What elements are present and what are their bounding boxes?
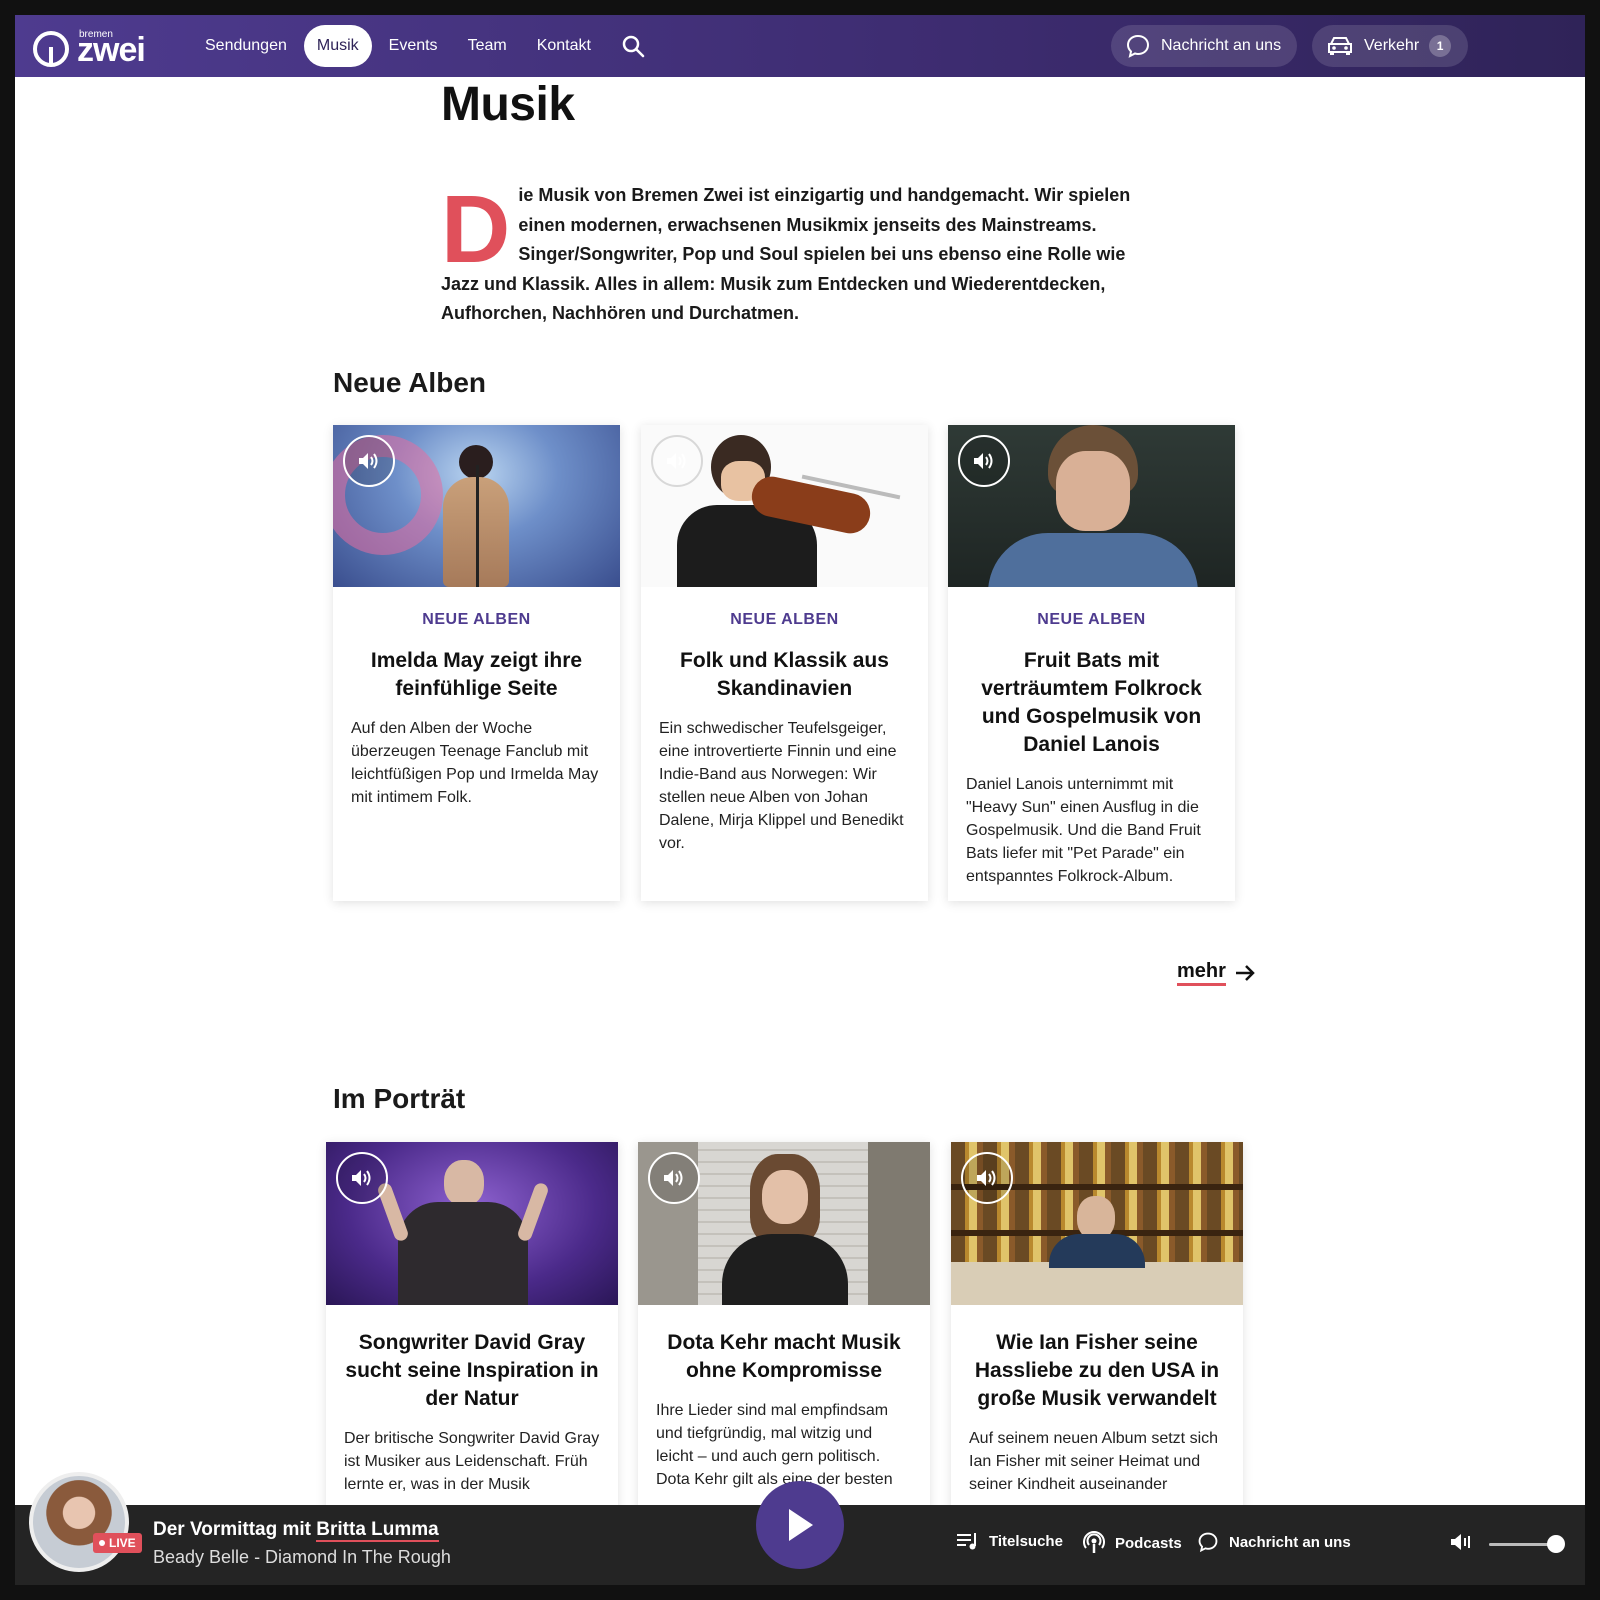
traffic-count-badge: 1 xyxy=(1429,35,1452,57)
podcasts-label: Podcasts xyxy=(1115,1534,1182,1552)
podcasts-button[interactable]: Podcasts xyxy=(1083,1531,1182,1555)
album-image-imelda-may[interactable] xyxy=(333,425,620,587)
volume-icon[interactable] xyxy=(1449,1531,1475,1558)
volume-slider-handle[interactable] xyxy=(1547,1535,1565,1553)
card-title[interactable]: Wie Ian Fisher seine Hassliebe zu den US… xyxy=(969,1329,1225,1413)
card-teaser: Daniel Lanois unternimmt mit "Heavy Sun"… xyxy=(966,776,1201,885)
player-message-label: Nachricht an uns xyxy=(1229,1533,1351,1551)
portrait-card[interactable]: Wie Ian Fisher seine Hassliebe zu den US… xyxy=(951,1142,1243,1562)
traffic-label: Verkehr xyxy=(1364,37,1420,54)
titelsuche-label: Titelsuche xyxy=(989,1532,1063,1550)
chat-bubble-icon xyxy=(1126,34,1150,58)
album-card[interactable]: NEUE ALBEN Folk und Klassik aus Skandina… xyxy=(641,425,928,901)
page-title: Musik xyxy=(441,78,575,131)
chat-bubble-icon xyxy=(1198,1532,1218,1553)
nav-kontakt[interactable]: Kontakt xyxy=(524,25,604,67)
portrait-image-ian-fisher[interactable] xyxy=(951,1142,1243,1305)
traffic-button[interactable]: Verkehr 1 xyxy=(1312,25,1468,67)
intro-paragraph: Die Musik von Bremen Zwei ist einzigarti… xyxy=(441,181,1141,329)
card-kicker: NEUE ALBEN xyxy=(422,611,531,628)
audio-play-icon[interactable] xyxy=(336,1152,388,1204)
top-navigation-bar: bremen zwei Sendungen Musik Events Team … xyxy=(15,15,1585,77)
album-card[interactable]: NEUE ALBEN Fruit Bats mit verträumtem Fo… xyxy=(948,425,1235,901)
car-icon xyxy=(1328,37,1352,55)
current-track: Beady Belle - Diamond In The Rough xyxy=(153,1547,451,1567)
portrait-image-david-gray[interactable] xyxy=(326,1142,618,1305)
card-title[interactable]: Imelda May zeigt ihre feinfühlige Seite xyxy=(351,647,602,703)
card-title[interactable]: Songwriter David Gray sucht seine Inspir… xyxy=(344,1329,600,1413)
nav-events[interactable]: Events xyxy=(376,25,451,67)
play-button[interactable] xyxy=(756,1481,844,1569)
more-label: mehr xyxy=(1177,959,1226,986)
card-title[interactable]: Dota Kehr macht Musik ohne Kompromisse xyxy=(656,1329,912,1385)
podcast-icon xyxy=(1083,1531,1105,1553)
album-image-violinist[interactable] xyxy=(641,425,928,587)
card-title[interactable]: Fruit Bats mit verträumtem Folkrock und … xyxy=(966,647,1217,759)
album-card[interactable]: NEUE ALBEN Imelda May zeigt ihre feinfüh… xyxy=(333,425,620,901)
audio-play-icon[interactable] xyxy=(958,435,1010,487)
portrait-image-dota-kehr[interactable] xyxy=(638,1142,930,1305)
logo-ring-icon xyxy=(33,31,69,67)
player-message-button[interactable]: Nachricht an uns xyxy=(1197,1531,1351,1553)
show-title: Der Vormittag mit Britta Lumma xyxy=(153,1519,439,1542)
card-kicker: NEUE ALBEN xyxy=(730,611,839,628)
audio-play-icon[interactable] xyxy=(961,1152,1013,1204)
section-title-neue-alben: Neue Alben xyxy=(333,367,486,398)
section-title-im-portraet: Im Porträt xyxy=(333,1083,466,1114)
card-kicker: NEUE ALBEN xyxy=(1037,611,1146,628)
titelsuche-button[interactable]: Titelsuche xyxy=(955,1531,1063,1551)
card-title[interactable]: Folk und Klassik aus Skandinavien xyxy=(659,647,910,703)
show-title-prefix: Der Vormittag mit xyxy=(153,1519,317,1540)
card-teaser: Der britische Songwriter David Gray ist … xyxy=(344,1430,600,1493)
card-teaser: Ihre Lieder sind mal empfindsam und tief… xyxy=(656,1402,893,1488)
intro-text: ie Musik von Bremen Zwei ist einzigartig… xyxy=(441,185,1131,323)
play-icon xyxy=(789,1509,813,1541)
card-teaser: Auf den Alben der Woche überzeugen Teena… xyxy=(351,720,599,806)
host-avatar[interactable] xyxy=(29,1472,129,1572)
nav-sendungen[interactable]: Sendungen xyxy=(192,25,300,67)
audio-play-icon[interactable] xyxy=(648,1152,700,1204)
message-label: Nachricht an uns xyxy=(1161,37,1282,54)
bremen-zwei-logo[interactable]: bremen zwei xyxy=(33,27,157,67)
volume-slider-fill xyxy=(1489,1543,1554,1546)
card-teaser: Ein schwedischer Teufelsgeiger, eine int… xyxy=(659,720,904,852)
logo-big-text: zwei xyxy=(77,31,146,69)
album-image-daniel-lanois[interactable] xyxy=(948,425,1235,587)
nav-team[interactable]: Team xyxy=(455,25,520,67)
search-icon[interactable] xyxy=(618,31,648,61)
playlist-icon xyxy=(957,1533,976,1550)
nav-musik[interactable]: Musik xyxy=(303,25,372,67)
arrow-right-icon xyxy=(1235,964,1255,981)
audio-play-icon[interactable] xyxy=(343,435,395,487)
browser-viewport: bremen zwei Sendungen Musik Events Team … xyxy=(15,15,1585,1585)
live-badge: LIVE xyxy=(93,1533,142,1553)
host-link[interactable]: Britta Lumma xyxy=(316,1519,439,1542)
card-teaser: Auf seinem neuen Album setzt sich Ian Fi… xyxy=(969,1430,1219,1493)
more-link[interactable]: mehr xyxy=(1177,959,1256,986)
intro-dropcap: D xyxy=(441,176,511,283)
audio-play-icon[interactable] xyxy=(651,435,703,487)
message-button[interactable]: Nachricht an uns xyxy=(1111,25,1297,67)
portrait-card[interactable]: Songwriter David Gray sucht seine Inspir… xyxy=(326,1142,618,1562)
main-nav: Sendungen Musik Events Team Kontakt xyxy=(192,25,648,67)
